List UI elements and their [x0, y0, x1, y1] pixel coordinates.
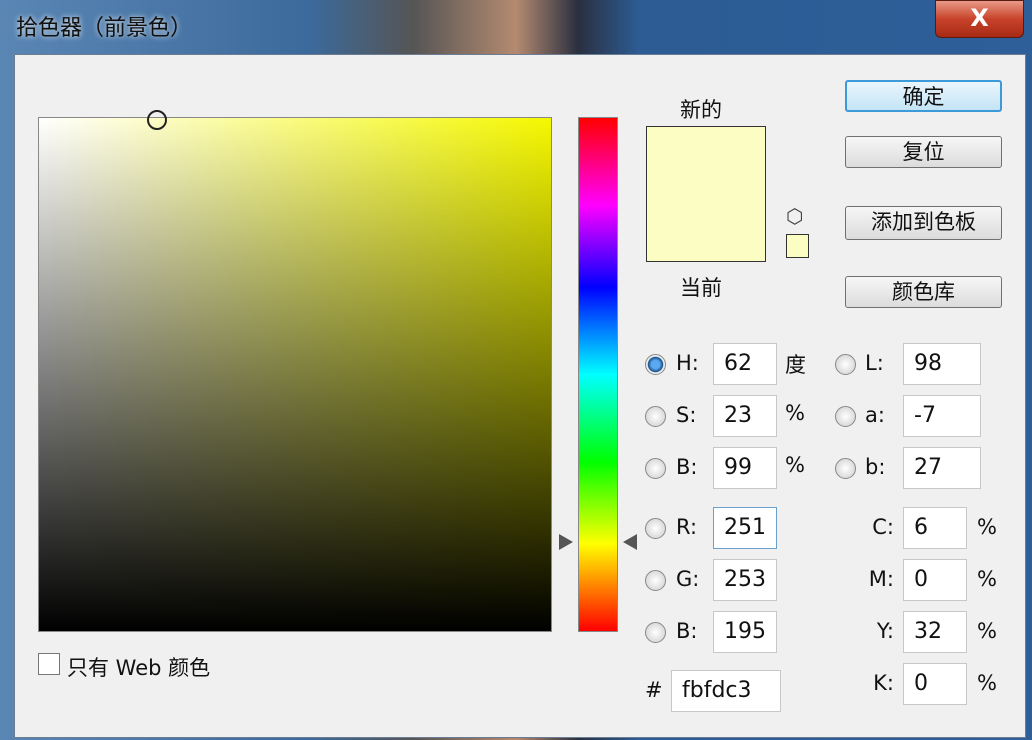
hsb-radio[interactable]: [645, 406, 666, 427]
color-swatch: [646, 126, 766, 262]
cmyk-unit: %: [977, 567, 997, 591]
lab-label: a:: [865, 403, 885, 427]
lab-input[interactable]: 27: [903, 447, 981, 489]
current-color-swatch[interactable]: [647, 194, 765, 261]
close-button[interactable]: X: [935, 0, 1024, 38]
cmyk-input[interactable]: 32: [903, 611, 967, 653]
cmyk-label: Y:: [876, 619, 894, 643]
lab-label: b:: [865, 455, 886, 479]
reset-button[interactable]: 复位: [845, 136, 1002, 168]
web-only-label: 只有 Web 颜色: [67, 656, 211, 680]
websafe-swatch-icon[interactable]: [786, 234, 809, 258]
cmyk-input[interactable]: 0: [903, 663, 967, 705]
rgb-radio[interactable]: [645, 570, 666, 591]
hsb-unit: %: [785, 401, 805, 425]
rgb-label: G:: [676, 567, 700, 591]
lab-input[interactable]: -7: [903, 395, 981, 437]
hsb-label: S:: [676, 403, 697, 427]
hsb-unit: %: [785, 453, 805, 477]
lab-radio[interactable]: [835, 354, 856, 375]
add-to-swatches-button[interactable]: 添加到色板: [845, 206, 1002, 240]
rgb-radio[interactable]: [645, 518, 666, 539]
new-color-label: 新的: [680, 98, 722, 122]
hsb-unit: 度: [785, 353, 806, 377]
rgb-input[interactable]: 251: [713, 507, 777, 549]
rgb-input[interactable]: 195: [713, 611, 777, 653]
current-color-label: 当前: [680, 276, 722, 300]
hsb-radio[interactable]: [645, 458, 666, 479]
cmyk-input[interactable]: 6: [903, 507, 967, 549]
color-picker-circle-handle[interactable]: [147, 110, 167, 130]
rgb-radio[interactable]: [645, 622, 666, 643]
window-title: 拾色器（前景色）: [16, 16, 193, 41]
hue-slider-right-arrow-icon[interactable]: [623, 534, 637, 550]
hex-label: #: [645, 678, 663, 702]
cmyk-input[interactable]: 0: [903, 559, 967, 601]
hue-slider-left-arrow-icon[interactable]: [559, 534, 573, 550]
color-field[interactable]: [38, 117, 552, 632]
cmyk-unit: %: [977, 671, 997, 695]
hex-input[interactable]: fbfdc3: [671, 670, 781, 712]
lab-radio[interactable]: [835, 406, 856, 427]
hsb-label: H:: [676, 351, 699, 375]
cmyk-unit: %: [977, 515, 997, 539]
color-libraries-button[interactable]: 颜色库: [845, 276, 1002, 308]
cmyk-unit: %: [977, 619, 997, 643]
web-only-checkbox[interactable]: [38, 653, 60, 675]
cmyk-label: M:: [868, 567, 894, 591]
cube-icon[interactable]: ⬡: [786, 204, 803, 228]
lab-input[interactable]: 98: [903, 343, 981, 385]
lab-label: L:: [865, 351, 884, 375]
ok-button[interactable]: 确定: [845, 80, 1002, 112]
rgb-label: R:: [676, 515, 698, 539]
rgb-label: B:: [676, 619, 698, 643]
hsb-input[interactable]: 99: [713, 447, 777, 489]
hsb-input[interactable]: 23: [713, 395, 777, 437]
hsb-input[interactable]: 62: [713, 343, 777, 385]
rgb-input[interactable]: 253: [713, 559, 777, 601]
hsb-label: B:: [676, 455, 698, 479]
lab-radio[interactable]: [835, 458, 856, 479]
hsb-radio[interactable]: [645, 354, 666, 375]
cmyk-label: K:: [873, 671, 894, 695]
hue-slider[interactable]: [578, 117, 618, 632]
cmyk-label: C:: [872, 515, 894, 539]
new-color-swatch: [647, 127, 765, 194]
